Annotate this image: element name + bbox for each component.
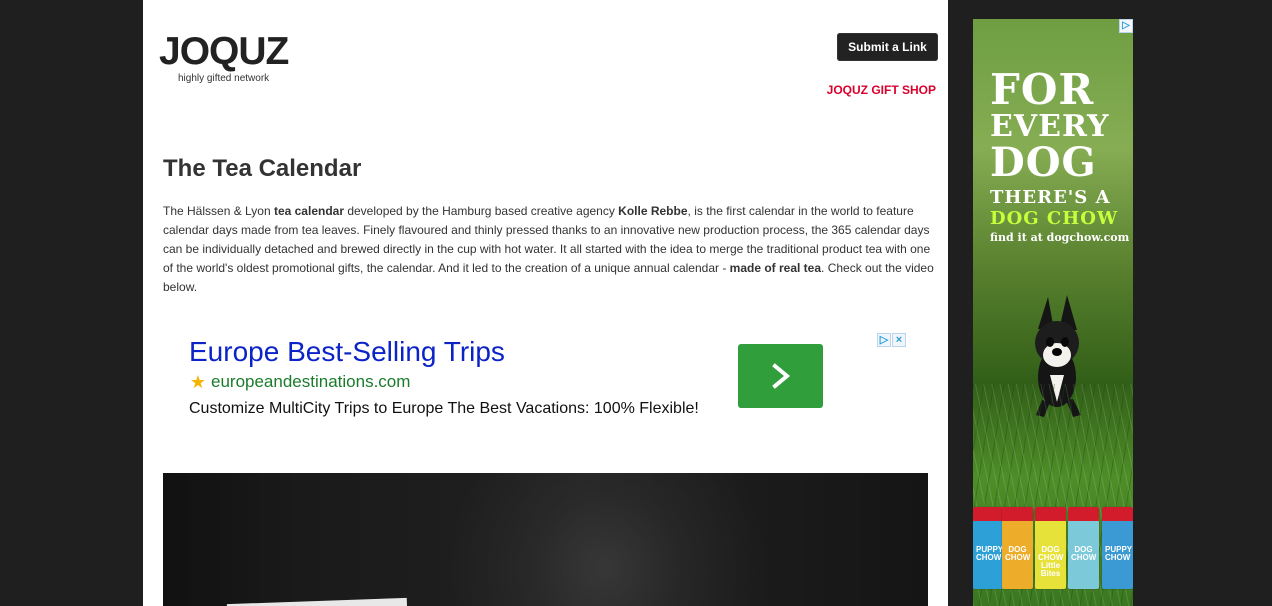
bag-label-1: PUPPY CHOW	[976, 545, 1004, 562]
article-title: The Tea Calendar	[163, 155, 362, 182]
ad-url[interactable]: europeandestinations.com	[211, 372, 410, 392]
ad-description: Customize MultiCity Trips to Europe The …	[189, 400, 699, 417]
article-body: The Hälssen & Lyon tea calendar develope…	[163, 202, 936, 297]
bag-label-5: PUPPY CHOW	[1105, 545, 1133, 562]
gift-shop-link[interactable]: JOQUZ GIFT SHOP	[827, 83, 936, 97]
article-body-text-2: developed by the Hamburg based creative …	[344, 204, 619, 218]
dog-food-bag-1: PUPPY CHOW	[973, 507, 1004, 589]
ad-headline-theres-a: THERE'S A	[990, 187, 1111, 208]
ad-title-link[interactable]: Europe Best-Selling Trips	[189, 336, 505, 368]
joquz-logo[interactable]: JOQUZ highly gifted network	[159, 30, 289, 86]
logo-mark: JOQUZ	[159, 30, 289, 73]
page: JOQUZ highly gifted network Submit a Lin…	[0, 0, 1272, 606]
main-content: JOQUZ highly gifted network Submit a Lin…	[143, 0, 948, 606]
bag-label-3: DOG CHOW Little Bites	[1038, 545, 1064, 578]
article-bold-made-of-real-tea: made of real tea	[729, 261, 822, 275]
ad-arrow-button[interactable]	[738, 344, 823, 408]
adchoices-icon[interactable]: ▷	[1119, 19, 1133, 33]
dog-food-bag-4: DOG CHOW	[1068, 507, 1099, 589]
ad-domain-text: find it at dogchow.com	[990, 231, 1130, 244]
submit-link-button[interactable]: Submit a Link	[837, 33, 938, 61]
bag-label-2: DOG CHOW	[1005, 545, 1031, 562]
star-icon: ★	[189, 372, 207, 392]
calendar-edge	[226, 597, 408, 606]
ad-headline-dog-chow: DOG CHOW	[990, 208, 1119, 229]
dog-food-bag-3: DOG CHOW Little Bites	[1035, 507, 1066, 589]
article-bold-kolle-rebbe: Kolle Rebbe	[618, 204, 688, 218]
dog-chow-ad[interactable]: ▷ FOR EVERY DOG THERE'S A DOG CHOW find …	[973, 19, 1133, 606]
article-body-text-1: The Hälssen & Lyon	[163, 204, 274, 218]
dog-food-bag-5: PUPPY CHOW	[1102, 507, 1133, 589]
text-ad[interactable]: Europe Best-Selling Trips ★ europeandest…	[185, 331, 913, 441]
logo-tagline: highly gifted network	[178, 73, 270, 84]
ad-headline-dog: DOG	[990, 139, 1097, 186]
adchoices[interactable]: ▷ ×	[877, 333, 907, 348]
ad-headline-for: FOR	[990, 65, 1095, 114]
tea-calendar-image	[163, 473, 928, 606]
article-bold-tea-calendar: tea calendar	[273, 204, 344, 218]
chevron-right-icon	[772, 363, 791, 389]
close-icon[interactable]: ×	[892, 333, 906, 347]
bag-label-4: DOG CHOW	[1071, 545, 1097, 562]
dog-food-bag-2: DOG CHOW	[1002, 507, 1033, 589]
play-icon[interactable]: ▷	[877, 333, 891, 347]
